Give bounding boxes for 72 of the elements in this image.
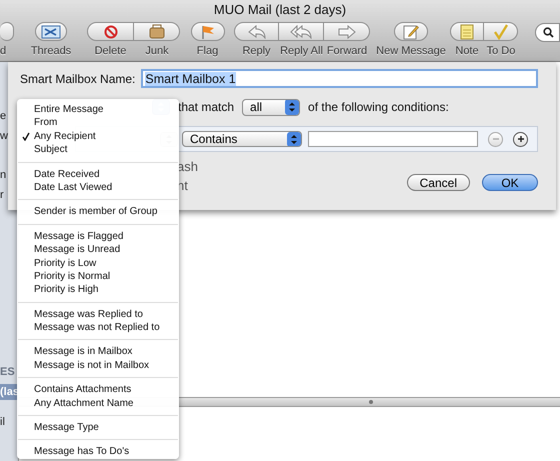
menu-item[interactable]: Priority is High	[17, 283, 179, 297]
search-field[interactable]	[535, 23, 560, 42]
bag-icon	[148, 24, 164, 39]
reply-all-icon	[290, 24, 312, 38]
prohibited-icon	[104, 24, 118, 38]
toolbar-label: Junk	[145, 45, 169, 57]
add-button[interactable]	[513, 132, 528, 146]
name-label: Smart Mailbox Name:	[20, 72, 136, 86]
toolbar-label: Note	[455, 45, 479, 57]
dialog-button[interactable]: OK	[482, 174, 538, 191]
sidebar-item[interactable]: il	[0, 416, 18, 428]
conditions-label: of the following conditions:	[308, 100, 449, 114]
search-icon	[543, 27, 554, 38]
checkbox-label: nt	[177, 178, 189, 193]
menu-item[interactable]: Contains Attachments	[17, 383, 179, 397]
toolbar-button[interactable]	[0, 22, 14, 41]
window-title: MUO Mail (last 2 days)	[212, 1, 348, 18]
value-field[interactable]	[308, 131, 478, 147]
toolbar-label: Reply All	[280, 45, 323, 57]
toolbar-button[interactable]	[484, 22, 518, 41]
menu-item[interactable]: Sender is member of Group	[17, 205, 179, 219]
toolbar-button[interactable]	[190, 22, 224, 41]
toolbar-button[interactable]	[450, 22, 484, 41]
popup-arrows-icon	[287, 132, 301, 146]
menu-item[interactable]: Message Type	[17, 421, 179, 434]
toolbar-label: Delete	[94, 45, 126, 57]
menu-item[interactable]: Message has To Do's	[17, 445, 179, 459]
threads-icon	[41, 24, 61, 38]
menu-item[interactable]: Message is not in Mailbox	[17, 358, 179, 372]
toolbar-button[interactable]	[134, 22, 180, 41]
menu-item[interactable]: Entire Message	[17, 103, 179, 116]
menu-item[interactable]: Date Received	[17, 168, 179, 181]
toolbar-button[interactable]	[234, 22, 279, 41]
toolbar-label: Threads	[30, 45, 72, 57]
flag-icon	[200, 24, 216, 40]
toolbar-label: Reply	[242, 45, 271, 57]
reply-icon	[248, 24, 266, 38]
menu-item[interactable]: Message is in Mailbox	[17, 345, 179, 359]
forward-icon	[338, 24, 356, 38]
toolbar-label: Flag	[196, 45, 218, 57]
compose-icon	[403, 24, 419, 40]
toolbar-button[interactable]	[394, 22, 428, 41]
menu-item[interactable]: Priority is Low	[17, 256, 179, 270]
operator-popup[interactable]: Contains	[182, 131, 302, 147]
menu-item[interactable]: Message is Unread	[17, 243, 179, 257]
toolbar-button[interactable]	[35, 22, 67, 41]
toolbar-label: To Do	[486, 45, 516, 57]
popup-arrows-icon	[285, 100, 300, 114]
toolbar-label: Forward	[326, 45, 368, 57]
menu-item[interactable]: Message is Flagged	[17, 230, 179, 244]
toolbar-button[interactable]	[279, 22, 324, 41]
match-popup[interactable]: all	[242, 98, 300, 116]
toolbar-button[interactable]	[324, 22, 370, 41]
name-field[interactable]: Smart Mailbox 1	[141, 69, 538, 88]
menu-item[interactable]: From	[17, 116, 179, 130]
toolbar-button[interactable]	[87, 22, 134, 41]
plus-icon	[516, 135, 524, 143]
checkmark-icon	[492, 24, 508, 40]
menu-item[interactable]: Any Attachment Name	[17, 396, 179, 410]
menu-item[interactable]: Any Recipient	[17, 130, 179, 144]
toolbar-label: d	[0, 45, 6, 57]
menu-item[interactable]: Message was Replied to	[17, 308, 179, 322]
sidebar-heading: ES	[0, 366, 16, 378]
match-label: that match	[178, 100, 234, 114]
menu-item[interactable]: Subject	[17, 143, 179, 157]
menu-item[interactable]: Message was not Replied to	[17, 321, 179, 334]
notepad-icon	[460, 24, 474, 40]
checkbox-label: ash	[177, 159, 198, 174]
toolbar-label: New Message	[376, 45, 446, 57]
menu-item[interactable]: Priority is Normal	[17, 270, 179, 284]
menu-item[interactable]: Date Last Viewed	[17, 180, 179, 194]
dialog-button[interactable]: Cancel	[406, 174, 470, 191]
